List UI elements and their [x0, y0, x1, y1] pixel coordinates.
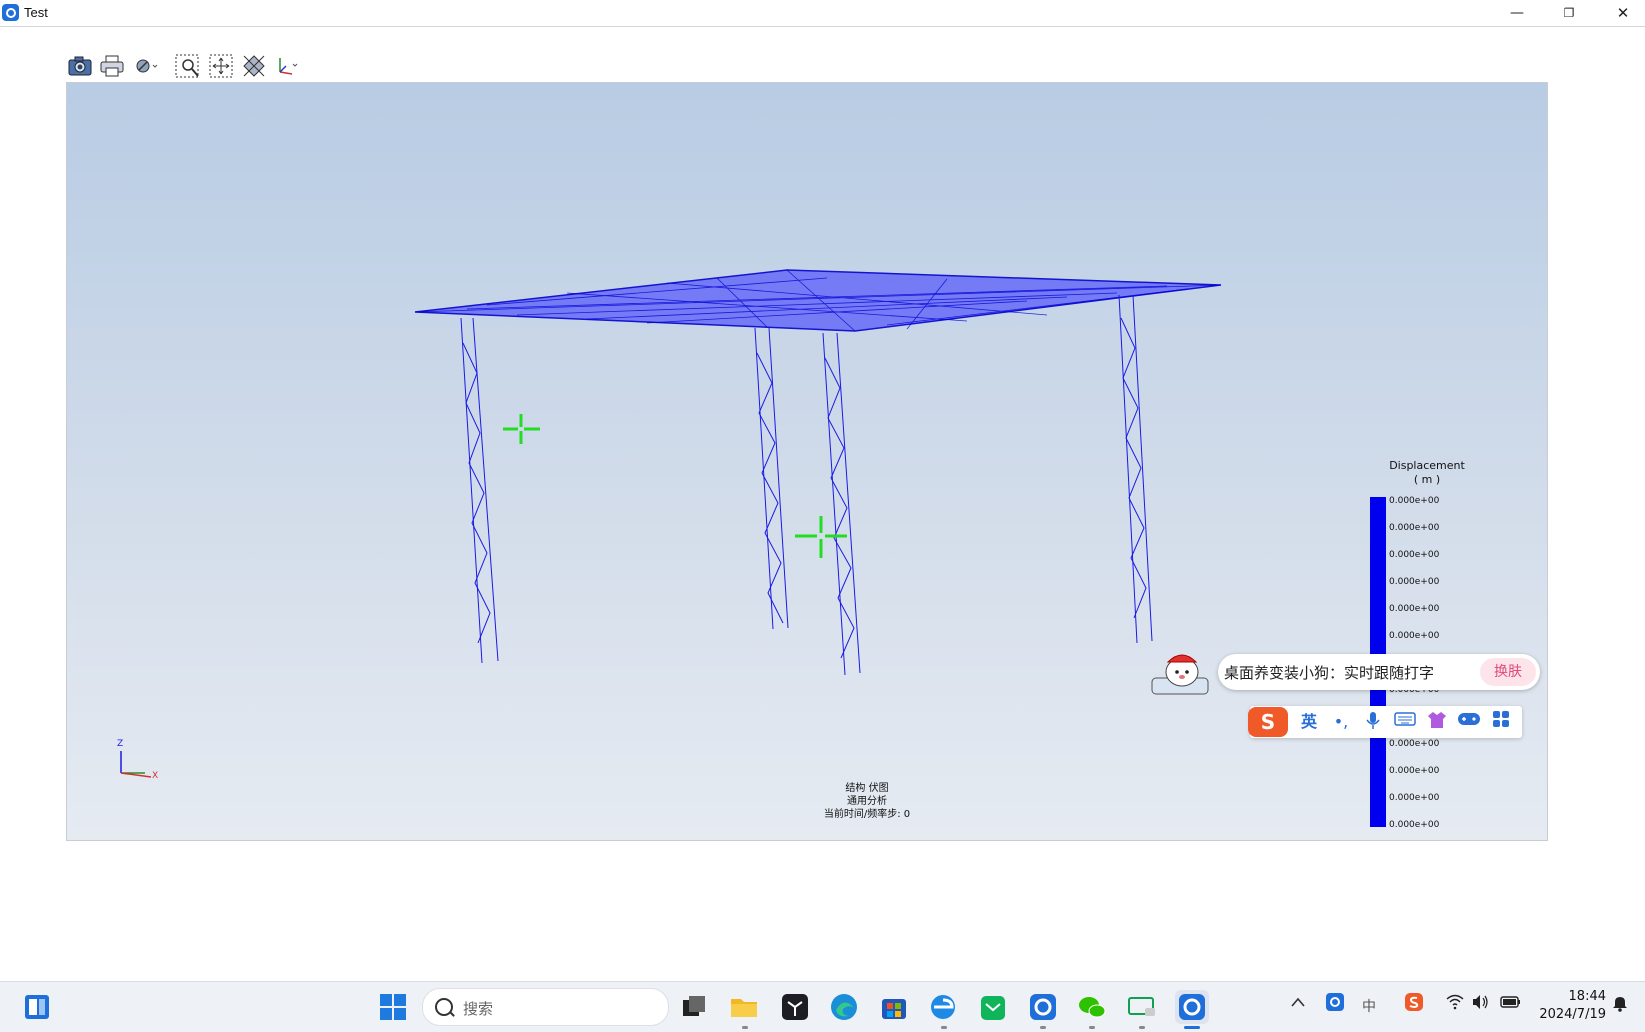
window-title: Test	[24, 5, 48, 20]
change-skin-button[interactable]: 换肤	[1480, 658, 1536, 686]
minimize-button[interactable]: —	[1494, 0, 1540, 26]
legend-value: 0.000e+00	[1389, 766, 1440, 776]
clock-date: 2024/7/19	[1539, 1007, 1606, 1022]
app-icon	[2, 4, 19, 21]
zoom-window-icon[interactable]	[174, 52, 202, 80]
legend-value: 0.000e+00	[1389, 793, 1440, 803]
apps-grid-icon[interactable]	[1488, 710, 1514, 734]
legend-value: 0.000e+00	[1389, 523, 1440, 533]
wechat-icon[interactable]	[1075, 990, 1109, 1024]
maximize-button[interactable]: ❐	[1546, 0, 1592, 26]
legend-title: Displacement ( m )	[1367, 459, 1487, 487]
legend-value: 0.000e+00	[1389, 631, 1440, 641]
analysis-caption: 结构 伏图 通用分析 当前时间/频率步: 0	[687, 782, 1047, 821]
wifi-icon[interactable]	[1446, 994, 1464, 1014]
render-mode-dropdown-icon[interactable]	[132, 52, 160, 80]
legend-value: 0.000e+00	[1389, 604, 1440, 614]
punctuation-icon[interactable]: •,	[1328, 710, 1354, 734]
legend-value: 0.000e+00	[1389, 820, 1440, 830]
mail-icon[interactable]	[976, 990, 1010, 1024]
fit-all-icon[interactable]	[207, 52, 235, 80]
ie-icon[interactable]	[926, 990, 960, 1024]
search-placeholder: 搜索	[463, 1000, 494, 1018]
terminal-icon[interactable]	[778, 990, 812, 1024]
legend-unit: ( m )	[1413, 473, 1441, 486]
legend-value: 0.000e+00	[1389, 577, 1440, 587]
ime-lang-toggle[interactable]: 英	[1296, 710, 1322, 734]
axis-x-label: X	[152, 771, 159, 781]
tray-app-icon[interactable]	[1325, 992, 1345, 1016]
clock-time: 18:44	[1568, 989, 1606, 1004]
running-indicator	[941, 1026, 947, 1029]
widgets-icon[interactable]	[20, 990, 54, 1024]
task-view-icon[interactable]	[677, 990, 711, 1024]
running-indicator	[1040, 1026, 1046, 1029]
running-indicator	[1139, 1026, 1145, 1029]
print-icon[interactable]	[98, 52, 126, 80]
title-bar: Test — ❐ ✕	[0, 0, 1645, 27]
axis-triad: Z X	[115, 739, 165, 783]
taskbar: 搜索 中 18:44 2024/7/19	[0, 981, 1645, 1032]
active-indicator	[1184, 1026, 1200, 1029]
volume-icon[interactable]	[1472, 994, 1490, 1014]
axis-z-label: Z	[117, 739, 124, 749]
shirt-icon[interactable]	[1424, 710, 1450, 734]
keyboard-icon[interactable]	[1392, 710, 1418, 734]
app-icon[interactable]	[1026, 990, 1060, 1024]
legend-value: 0.000e+00	[1389, 739, 1440, 749]
ime-mode-indicator[interactable]: 中	[1362, 996, 1376, 1016]
axis-view-dropdown-icon[interactable]	[272, 52, 300, 80]
ime-promo-text: 桌面养变装小狗：实时跟随打字	[1224, 664, 1435, 682]
battery-icon[interactable]	[1500, 994, 1522, 1014]
running-indicator	[742, 1026, 748, 1029]
start-icon[interactable]	[376, 990, 410, 1024]
system-clock[interactable]: 18:44 2024/7/19	[1530, 988, 1606, 1024]
legend-value: 0.000e+00	[1389, 550, 1440, 560]
gamepad-icon[interactable]	[1456, 710, 1482, 734]
caption-line: 结构 伏图	[845, 783, 889, 794]
file-explorer-icon[interactable]	[727, 990, 761, 1024]
caption-line: 当前时间/频率步: 0	[823, 809, 911, 820]
close-button[interactable]: ✕	[1600, 0, 1645, 26]
running-indicator	[1089, 1026, 1095, 1029]
remote-icon[interactable]	[1125, 990, 1159, 1024]
ime-promo-popup[interactable]: 桌面养变装小狗：实时跟随打字 换肤	[1148, 650, 1540, 695]
view-orientation-icon[interactable]	[240, 52, 268, 80]
microphone-icon[interactable]	[1360, 710, 1386, 734]
notification-bell-icon[interactable]	[1611, 994, 1629, 1016]
legend-value: 0.000e+00	[1389, 496, 1440, 506]
sogou-tray-icon[interactable]	[1404, 992, 1424, 1016]
search-icon	[435, 998, 453, 1016]
camera-icon[interactable]	[66, 52, 94, 80]
chevron-up-icon[interactable]	[1290, 996, 1306, 1012]
taskbar-search[interactable]: 搜索	[422, 988, 669, 1026]
edge-icon[interactable]	[827, 990, 861, 1024]
caption-line: 通用分析	[847, 796, 887, 807]
store-icon[interactable]	[877, 990, 911, 1024]
test-app-icon[interactable]	[1175, 990, 1209, 1024]
dog-mascot-icon	[1151, 654, 1209, 695]
sogou-logo-icon[interactable]: S	[1248, 707, 1288, 737]
ime-toolbar: S 英 •,	[1248, 706, 1522, 738]
legend-title-text: Displacement	[1389, 459, 1465, 472]
ime-bubble[interactable]: 桌面养变装小狗：实时跟随打字 换肤	[1218, 654, 1540, 690]
